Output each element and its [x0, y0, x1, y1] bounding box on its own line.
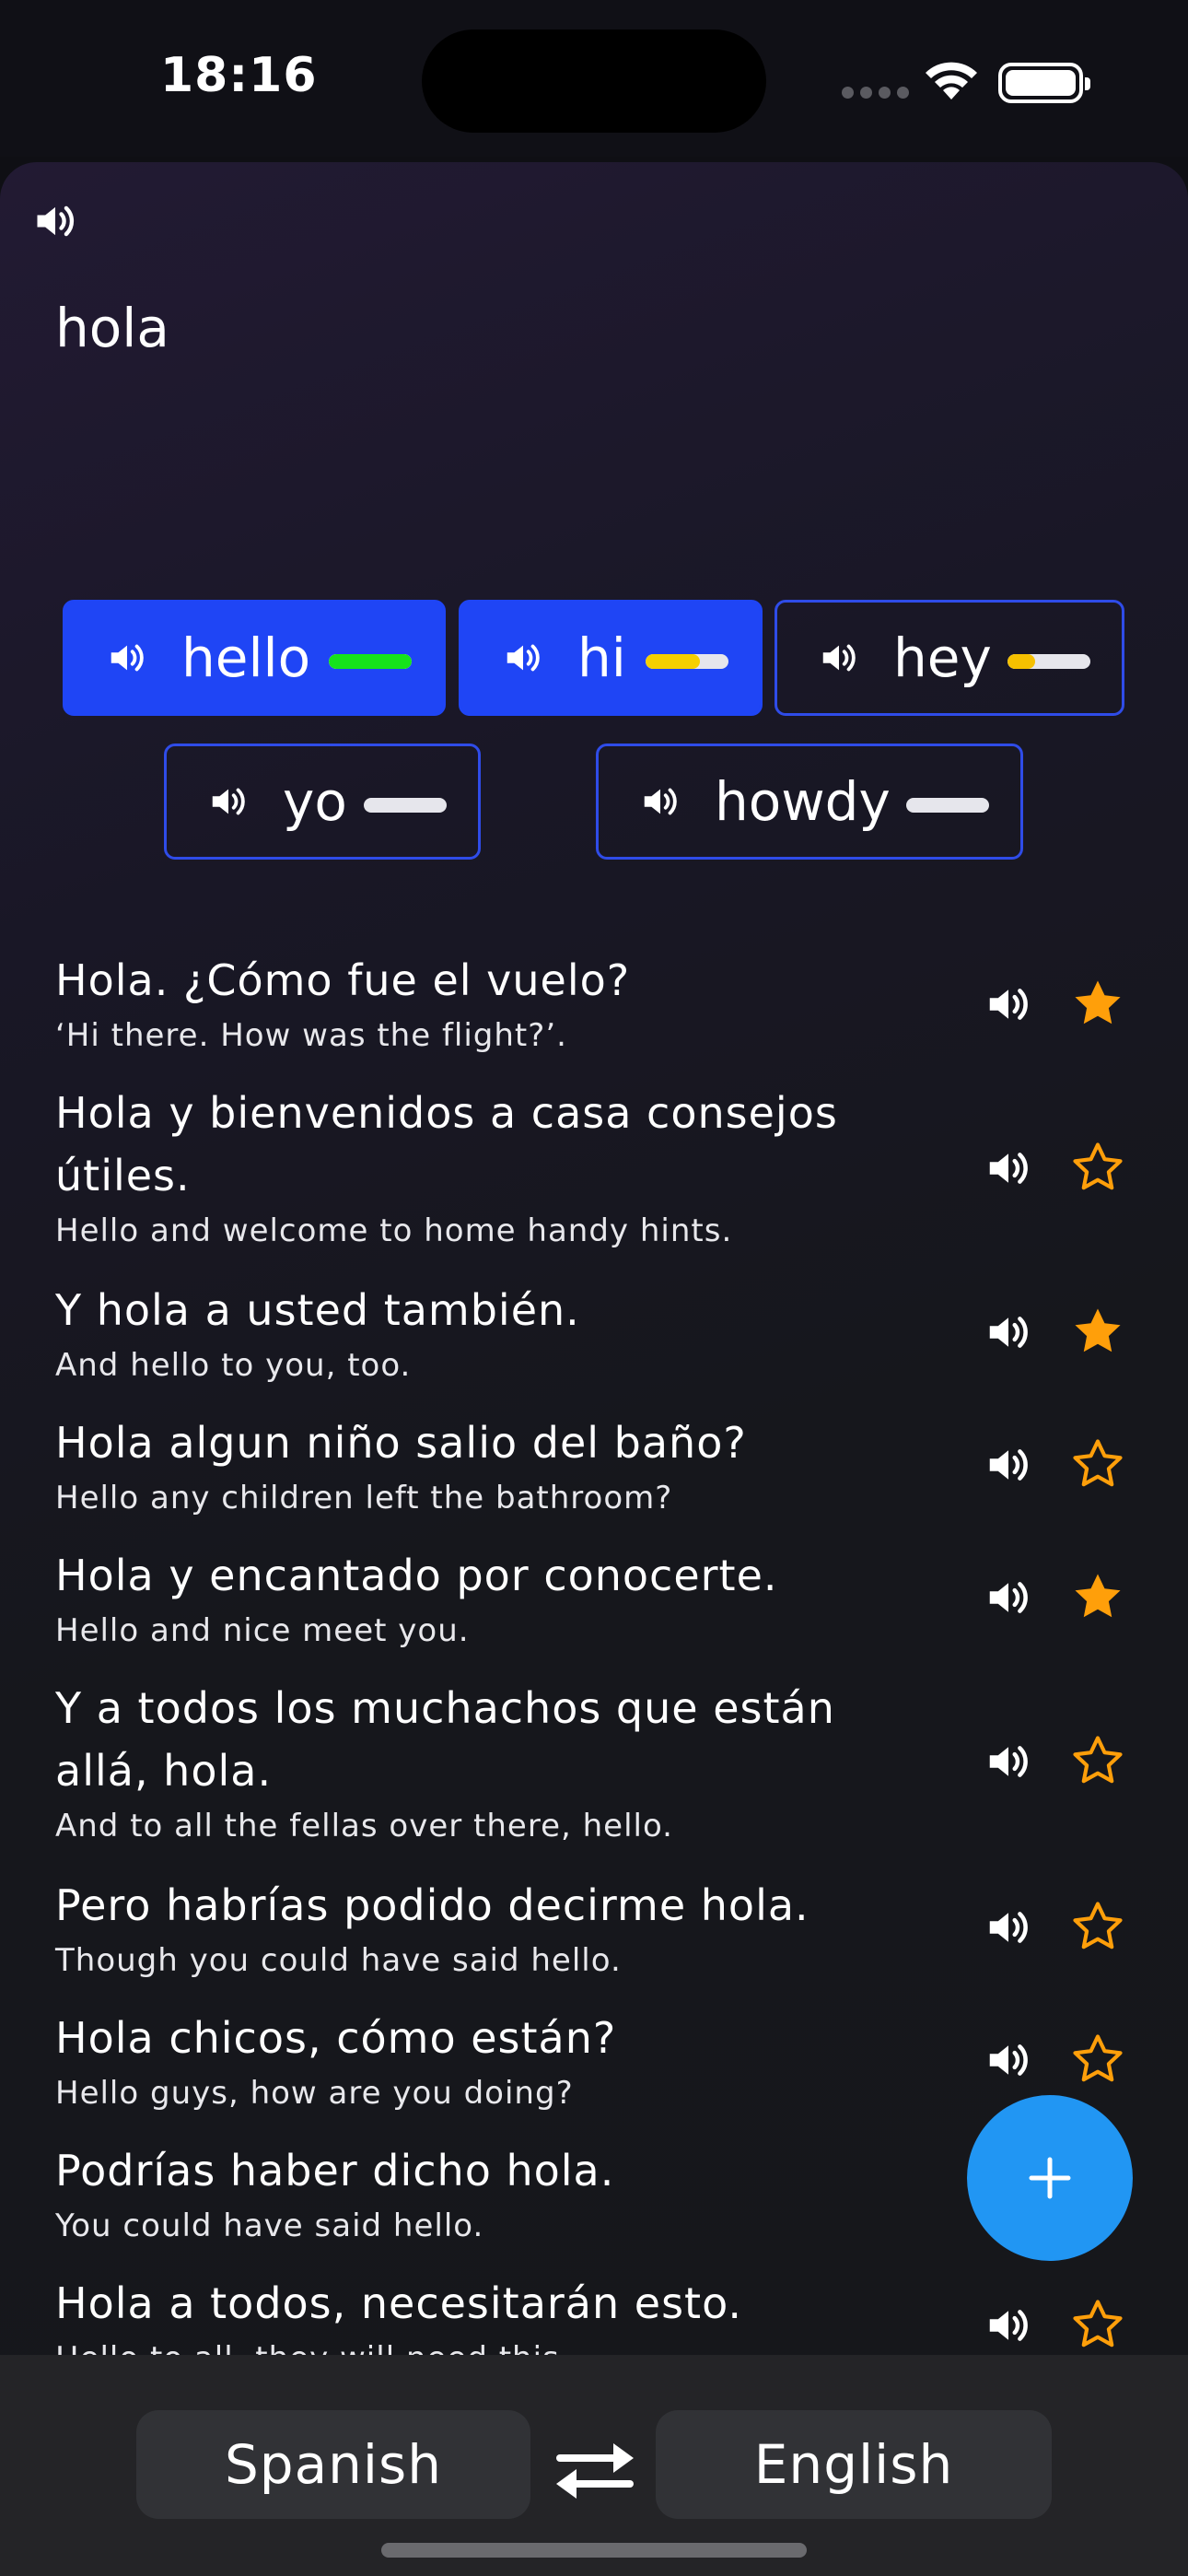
star-icon[interactable]	[1069, 1568, 1126, 1625]
star-icon[interactable]	[1069, 2031, 1126, 2088]
speaker-icon[interactable]	[31, 197, 79, 245]
confidence-fill	[1007, 654, 1035, 669]
speaker-icon[interactable]	[207, 780, 250, 823]
speaker-icon[interactable]	[502, 637, 544, 679]
example-english: And to all the fellas over there, hello.	[55, 1808, 673, 1844]
example-row: Y a todos los muchachos que están allá, …	[55, 1677, 1142, 1846]
speaker-icon[interactable]	[984, 1307, 1033, 1357]
star-icon[interactable]	[1069, 2296, 1126, 2353]
speaker-icon[interactable]	[984, 2035, 1033, 2085]
speaker-icon[interactable]	[984, 979, 1033, 1029]
example-spanish: Y hola a usted también.	[55, 1285, 580, 1335]
confidence-fill	[329, 654, 412, 669]
speaker-icon[interactable]	[984, 1440, 1033, 1490]
example-row: Y hola a usted también. And hello to you,…	[55, 1279, 1142, 1386]
confidence-bar	[646, 654, 728, 669]
home-indicator	[381, 2543, 807, 2558]
add-button[interactable]	[967, 2095, 1133, 2261]
source-language-button[interactable]: Spanish	[136, 2410, 530, 2519]
speaker-icon[interactable]	[984, 1737, 1033, 1786]
example-spanish: Hola y bienvenidos a casa consejos útile…	[55, 1088, 838, 1200]
speaker-icon[interactable]	[818, 637, 860, 679]
star-icon[interactable]	[1069, 975, 1126, 1032]
example-english: Hello and welcome to home handy hints.	[55, 1212, 733, 1249]
speaker-icon[interactable]	[984, 1573, 1033, 1622]
star-icon[interactable]	[1069, 1139, 1126, 1196]
confidence-fill	[646, 654, 701, 669]
example-english: Hello and nice meet you.	[55, 1612, 470, 1649]
example-spanish: Y a todos los muchachos que están allá, …	[55, 1683, 835, 1796]
status-time: 18:16	[160, 48, 318, 103]
plus-icon	[1029, 2157, 1071, 2199]
translation-word: hello	[181, 626, 311, 689]
translation-chip[interactable]: hello	[63, 600, 446, 716]
speaker-icon[interactable]	[106, 637, 148, 679]
star-icon[interactable]	[1069, 1898, 1126, 1955]
example-row: Hola y encantado por conocerte. Hello and…	[55, 1544, 1142, 1651]
example-spanish: Hola algun niño salio del baño?	[55, 1418, 747, 1468]
wifi-icon	[926, 62, 977, 100]
target-language-button[interactable]: English	[656, 2410, 1052, 2519]
language-bar: Spanish English	[0, 2355, 1188, 2576]
translation-chip[interactable]: hey	[775, 600, 1124, 716]
speaker-icon[interactable]	[984, 1143, 1033, 1193]
dynamic-island	[422, 29, 766, 133]
star-icon[interactable]	[1069, 1435, 1126, 1493]
status-bar: 18:16	[0, 0, 1188, 157]
translation-chip[interactable]: howdy	[596, 744, 1023, 860]
translation-chip[interactable]: hi	[459, 600, 763, 716]
confidence-bar	[329, 654, 412, 669]
example-english: Though you could have said hello.	[55, 1942, 622, 1979]
speaker-icon[interactable]	[639, 780, 681, 823]
example-row: Hola chicos, cómo están? Hello guys, how …	[55, 2007, 1142, 2113]
cellular-signal-icon	[842, 87, 909, 99]
speaker-icon[interactable]	[984, 2301, 1033, 2350]
translation-word: hey	[893, 626, 992, 689]
example-spanish: Podrías haber dicho hola.	[55, 2146, 615, 2195]
example-english: And hello to you, too.	[55, 1347, 412, 1384]
example-english: ‘Hi there. How was the flight?’.	[55, 1017, 567, 1054]
example-english: Hello guys, how are you doing?	[55, 2075, 574, 2112]
star-icon[interactable]	[1069, 1303, 1126, 1360]
battery-icon	[998, 63, 1090, 103]
example-spanish: Hola y encantado por conocerte.	[55, 1551, 778, 1600]
example-english: Hello any children left the bathroom?	[55, 1480, 673, 1516]
confidence-bar	[1007, 654, 1090, 669]
example-row: Hola algun niño salio del baño? Hello any…	[55, 1411, 1142, 1518]
example-spanish: Hola chicos, cómo están?	[55, 2013, 617, 2063]
translation-word: hi	[577, 626, 626, 689]
example-row: Hola y bienvenidos a casa consejos útile…	[55, 1082, 1142, 1251]
example-row: Hola. ¿Cómo fue el vuelo? ‘Hi there. How …	[55, 949, 1142, 1056]
star-icon[interactable]	[1069, 1732, 1126, 1789]
example-spanish: Hola. ¿Cómo fue el vuelo?	[55, 955, 631, 1005]
swap-arrows-icon[interactable]	[547, 2436, 643, 2504]
translation-word: yo	[283, 770, 347, 833]
translation-word: howdy	[715, 770, 891, 833]
confidence-bar	[906, 798, 989, 813]
example-spanish: Hola a todos, necesitarán esto.	[55, 2278, 743, 2328]
example-row: Pero habrías podido decirme hola. Though …	[55, 1874, 1142, 1981]
translation-chip[interactable]: yo	[164, 744, 481, 860]
confidence-bar	[364, 798, 447, 813]
example-spanish: Pero habrías podido decirme hola.	[55, 1880, 809, 1930]
speaker-icon[interactable]	[984, 1903, 1033, 1952]
query-text[interactable]: hola	[55, 297, 169, 359]
